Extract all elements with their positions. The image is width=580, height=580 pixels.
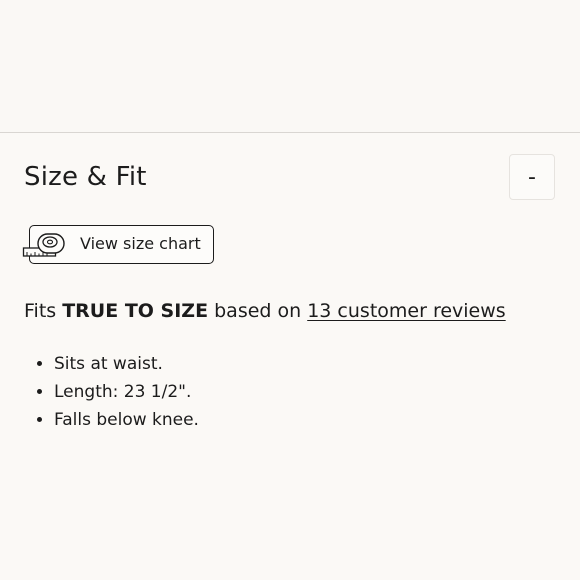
fit-prefix: Fits	[24, 300, 63, 322]
size-fit-page: Size & Fit - View size chart Fits TRUE T…	[0, 0, 580, 580]
list-item: Length: 23 1/2".	[54, 378, 199, 406]
fit-emphasis: TRUE TO SIZE	[62, 300, 209, 322]
fit-summary: Fits TRUE TO SIZE based on 13 customer r…	[24, 298, 506, 324]
view-size-chart-label: View size chart	[80, 234, 201, 253]
fit-details-list: Sits at waist. Length: 23 1/2". Falls be…	[24, 350, 199, 434]
list-item: Sits at waist.	[54, 350, 199, 378]
collapse-button[interactable]: -	[509, 154, 555, 200]
top-blank-area	[0, 0, 580, 132]
section-divider	[0, 132, 580, 133]
list-item: Falls below knee.	[54, 406, 199, 434]
section-title: Size & Fit	[24, 162, 147, 192]
measuring-tape-icon	[22, 233, 65, 257]
fit-middle: based on	[208, 300, 308, 322]
customer-reviews-link[interactable]: 13 customer reviews	[307, 300, 505, 322]
